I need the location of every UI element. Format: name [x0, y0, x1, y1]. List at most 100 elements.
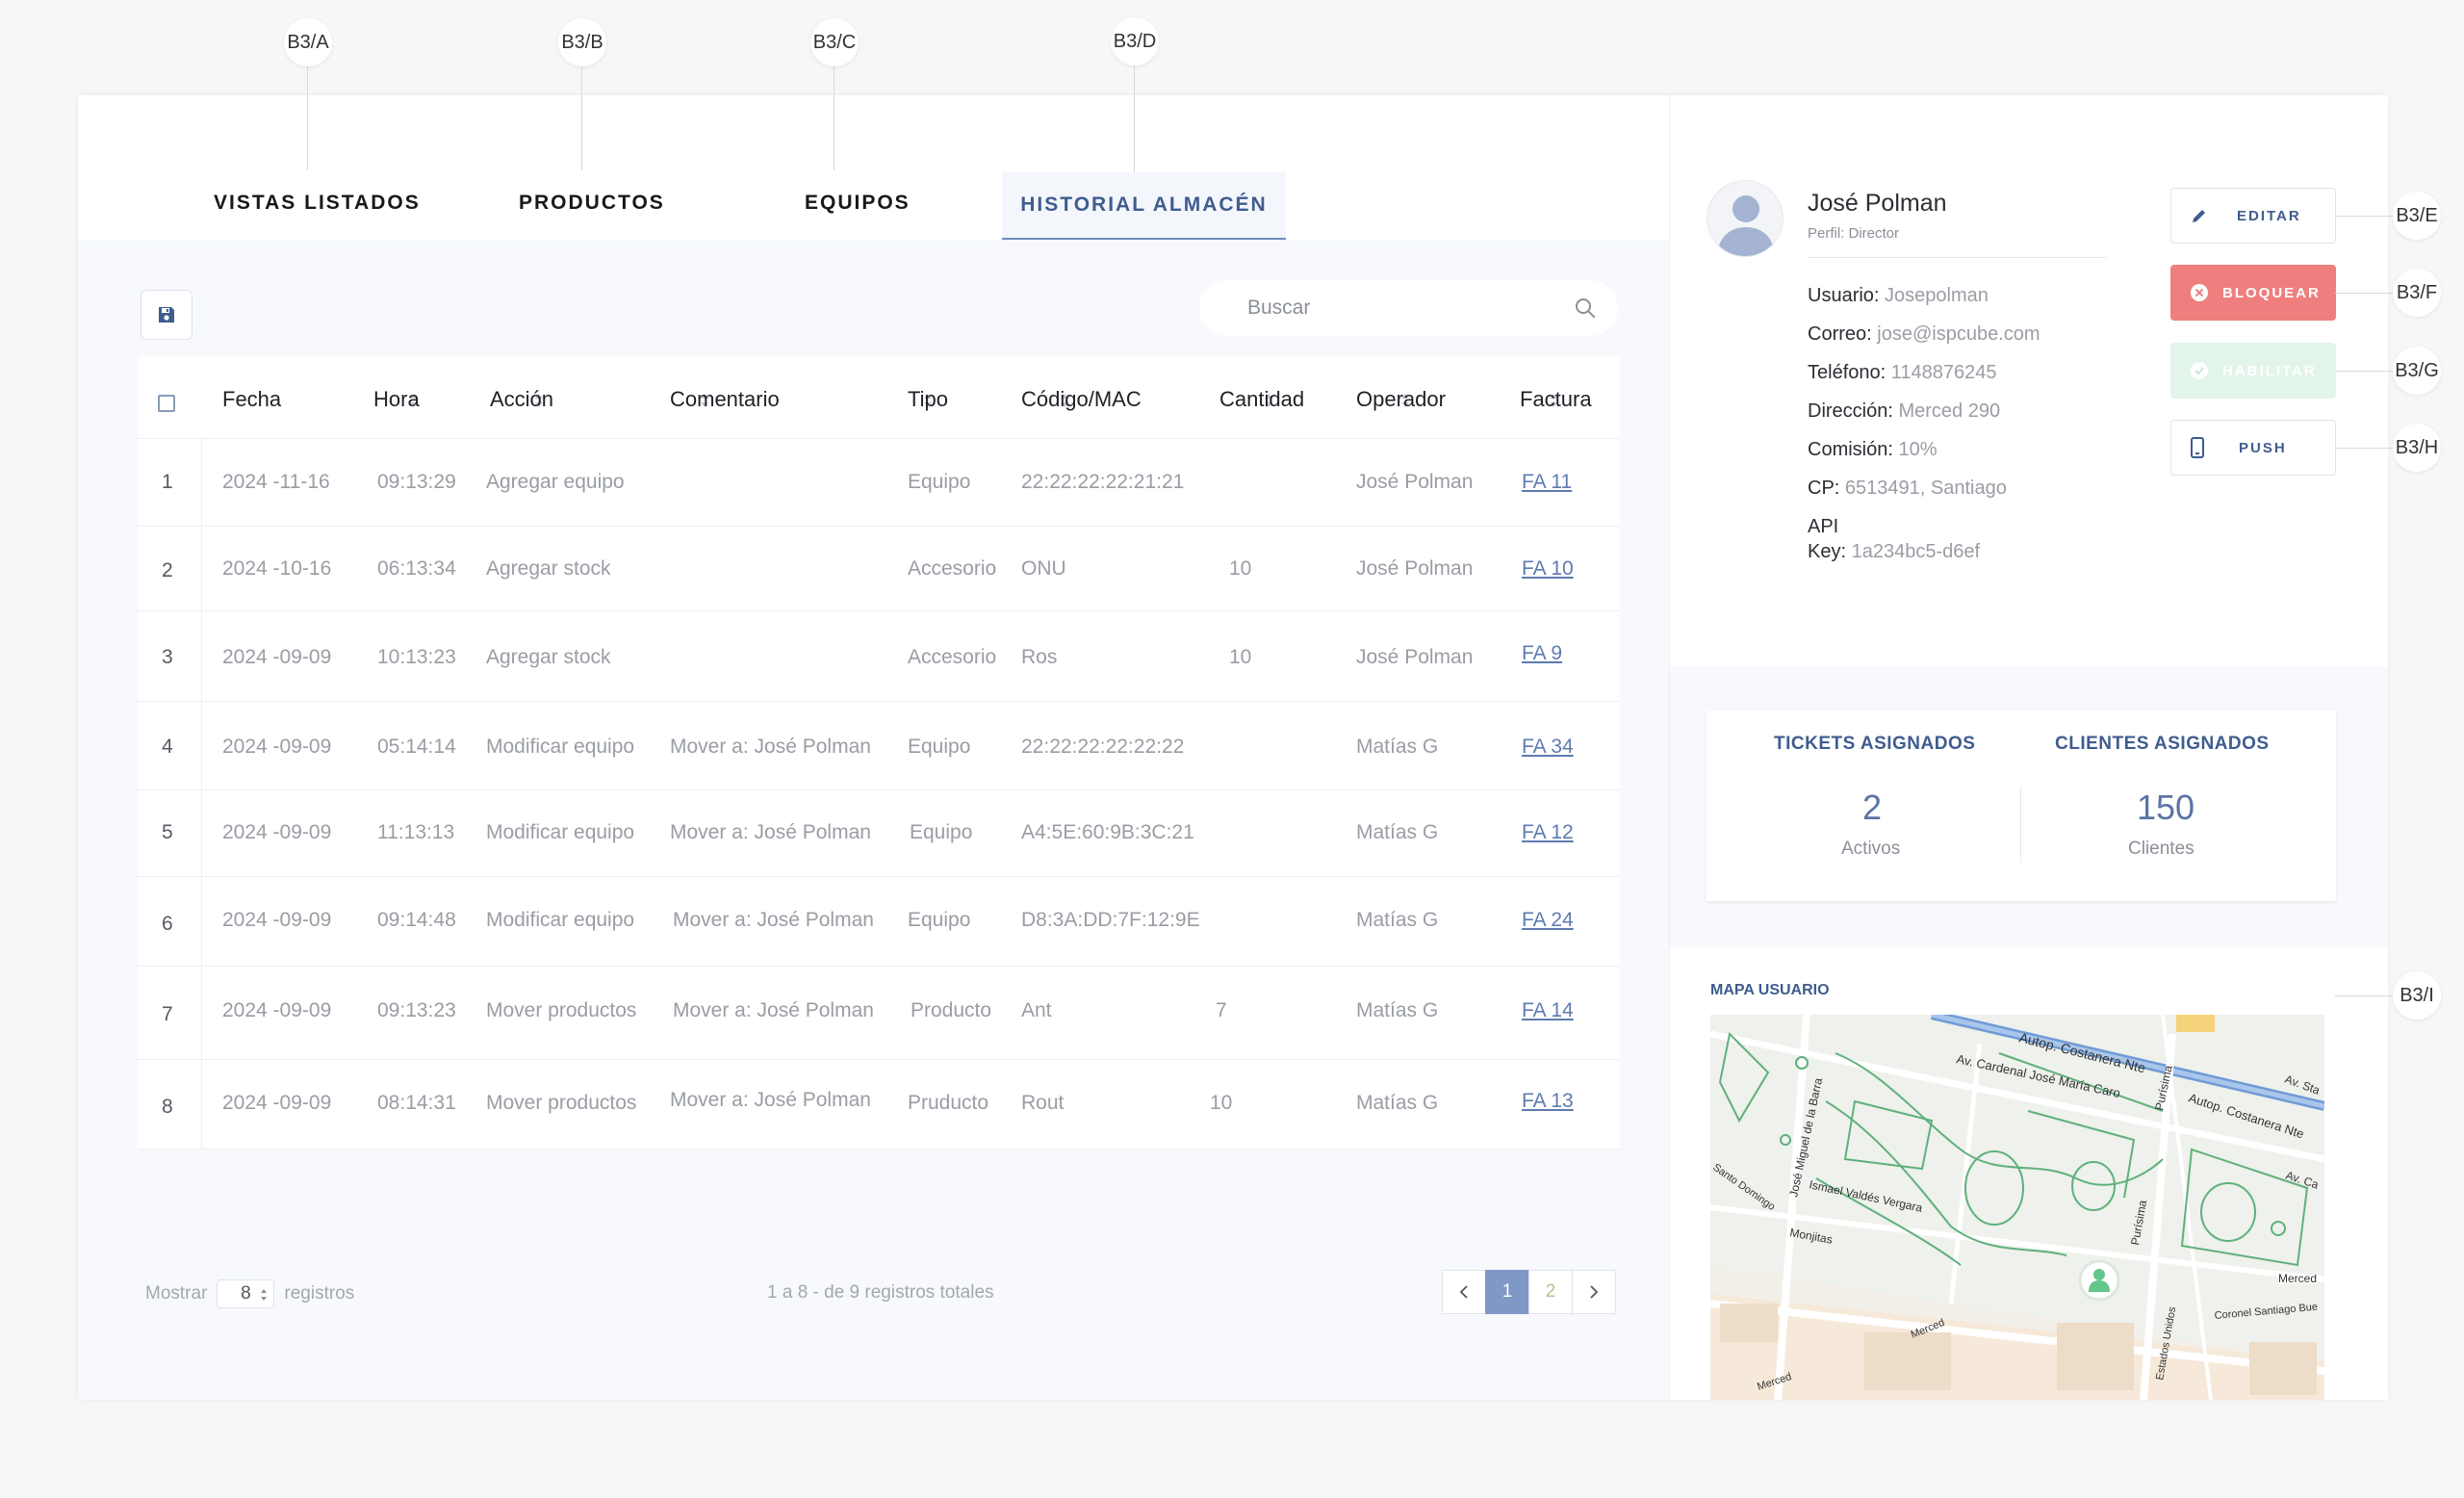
- row-number: 1: [162, 471, 173, 493]
- info-label: Key:: [1808, 541, 1847, 562]
- cell-accion: Agregar equipo: [486, 471, 625, 493]
- tab-historial-almacen[interactable]: HISTORIAL ALMACÉN: [1002, 172, 1286, 241]
- cell-operador: José Polman: [1356, 557, 1474, 580]
- table-row[interactable]: 7 2024 -09-09 09:13:23 Mover productos M…: [138, 967, 1620, 1060]
- tab-equipos[interactable]: EQUIPOS: [805, 192, 911, 215]
- col-codigo-mac[interactable]: Código/MAC: [1021, 387, 1142, 412]
- col-hora[interactable]: Hora: [373, 387, 420, 412]
- info-label: Dirección:: [1808, 400, 1893, 422]
- invoice-link[interactable]: FA 24: [1522, 909, 1574, 932]
- cell-operador: Matías G: [1356, 909, 1439, 931]
- x-circle-icon: [2191, 284, 2208, 301]
- table-row[interactable]: 1 2024 -11-16 09:13:29 Agregar equipo Eq…: [138, 439, 1620, 527]
- show-label: Mostrar: [145, 1283, 208, 1304]
- records-summary: 1 a 8 - de 9 registros totales: [767, 1282, 994, 1303]
- search-box[interactable]: [1199, 280, 1618, 336]
- block-label: BLOQUEAR: [2222, 284, 2321, 301]
- cell-fecha: 2024 -09-09: [222, 999, 332, 1021]
- table-row[interactable]: 4 2024 -09-09 05:14:14 Modificar equipo …: [138, 702, 1620, 790]
- table-row[interactable]: 8 2024 -09-09 08:14:31 Mover productos M…: [138, 1060, 1620, 1149]
- invoice-link[interactable]: FA 34: [1522, 736, 1574, 759]
- callout-line: [307, 66, 308, 170]
- col-comentario[interactable]: Comentario: [670, 387, 780, 412]
- callout-line: [2335, 293, 2393, 294]
- magnifier-icon[interactable]: [1574, 297, 1597, 320]
- cell-cantidad: 10: [1229, 646, 1252, 668]
- profile-section: José Polman Perfil: Director Usuario: Jo…: [1670, 95, 2388, 666]
- cell-fecha: 2024 -09-09: [222, 646, 332, 668]
- table-row[interactable]: 6 2024 -09-09 09:14:48 Modificar equipo …: [138, 877, 1620, 967]
- tickets-title: TICKETS ASIGNADOS: [1774, 734, 1976, 754]
- cell-hora: 09:13:29: [377, 471, 456, 493]
- cell-hora: 05:14:14: [377, 736, 456, 758]
- page-size-select[interactable]: 8: [217, 1279, 275, 1308]
- prev-page-button[interactable]: [1442, 1270, 1486, 1314]
- cell-tipo: Equipo: [908, 736, 971, 758]
- col-accion[interactable]: Acción: [490, 387, 553, 412]
- enable-button[interactable]: HABILITAR: [2170, 343, 2336, 399]
- callout-b3e: B3/E: [2393, 192, 2441, 240]
- tab-vistas-listados[interactable]: VISTAS LISTADOS: [214, 192, 421, 215]
- tickets-value: 2: [1862, 788, 1883, 827]
- invoice-link[interactable]: FA 10: [1522, 557, 1574, 581]
- row-number: 2: [162, 559, 173, 581]
- main-card: VISTAS LISTADOS PRODUCTOS EQUIPOS HISTOR…: [78, 95, 2388, 1400]
- block-button[interactable]: BLOQUEAR: [2170, 265, 2336, 321]
- row-number: 8: [162, 1096, 173, 1118]
- info-label: CP:: [1808, 478, 1840, 499]
- cell-comentario: Mover a: José Polman: [670, 736, 871, 758]
- check-circle-icon: [2191, 362, 2208, 379]
- invoice-link[interactable]: FA 12: [1522, 821, 1574, 844]
- cell-tipo: Producto: [911, 999, 992, 1021]
- callout-b3f: B3/F: [2393, 269, 2441, 317]
- invoice-link[interactable]: FA 9: [1522, 642, 1562, 665]
- table-row[interactable]: 2 2024 -10-16 06:13:34 Agregar stock Acc…: [138, 527, 1620, 611]
- cell-accion: Mover productos: [486, 999, 637, 1021]
- stepper-icon: [261, 1289, 268, 1301]
- callout-line: [581, 66, 582, 170]
- page-button-1[interactable]: 1: [1485, 1270, 1529, 1314]
- search-input[interactable]: [1247, 297, 1555, 320]
- cell-tipo: Pruducto: [908, 1092, 989, 1114]
- page-button-2[interactable]: 2: [1528, 1270, 1573, 1314]
- info-label: Usuario:: [1808, 285, 1880, 306]
- col-cantidad[interactable]: Cantidad: [1219, 387, 1304, 412]
- user-pin-icon[interactable]: [2078, 1259, 2120, 1302]
- col-tipo[interactable]: Tipo: [908, 387, 948, 412]
- table-row[interactable]: 5 2024 -09-09 11:13:13 Modificar equipo …: [138, 790, 1620, 877]
- map-title: MAPA USUARIO: [1710, 982, 1830, 998]
- map-graphic: Autop. Costanera Nte Av. Cardenal José M…: [1710, 1015, 2324, 1400]
- col-factura[interactable]: Factura: [1520, 387, 1592, 412]
- info-value: 10%: [1898, 439, 1938, 460]
- cell-accion: Agregar stock: [486, 557, 611, 580]
- tab-productos[interactable]: PRODUCTOS: [519, 192, 665, 215]
- user-map[interactable]: Autop. Costanera Nte Av. Cardenal José M…: [1710, 1015, 2324, 1400]
- profile-divider: [1808, 257, 2106, 258]
- map-label: Merced: [2278, 1272, 2317, 1285]
- next-page-button[interactable]: [1572, 1270, 1616, 1314]
- select-all-checkbox[interactable]: [158, 395, 175, 412]
- info-api-key: Key: 1a234bc5-d6ef: [1808, 541, 1980, 563]
- col-fecha[interactable]: Fecha: [222, 387, 281, 412]
- cell-hora: 08:14:31: [377, 1092, 456, 1114]
- page-size-value: 8: [241, 1283, 251, 1304]
- save-button[interactable]: [141, 290, 192, 340]
- cell-codigo: Rout: [1021, 1092, 1065, 1114]
- table-row[interactable]: 3 2024 -09-09 10:13:23 Agregar stock Acc…: [138, 611, 1620, 702]
- callout-line: [2335, 216, 2393, 217]
- callout-b3c: B3/C: [810, 18, 859, 66]
- chevron-right-icon: [1590, 1285, 1599, 1299]
- push-button[interactable]: PUSH: [2170, 420, 2336, 476]
- cell-hora: 09:14:48: [377, 909, 456, 931]
- cell-hora: 10:13:23: [377, 646, 456, 668]
- cell-fecha: 2024 -11-16: [222, 471, 330, 493]
- callout-b3h: B3/H: [2393, 424, 2441, 472]
- col-operador[interactable]: Operador: [1356, 387, 1446, 412]
- invoice-link[interactable]: FA 13: [1522, 1090, 1574, 1113]
- profile-name: José Polman: [1808, 190, 1947, 217]
- info-comision: Comisión: 10%: [1808, 439, 1938, 461]
- invoice-link[interactable]: FA 14: [1522, 999, 1574, 1022]
- edit-button[interactable]: EDITAR: [2170, 188, 2336, 244]
- invoice-link[interactable]: FA 11: [1522, 471, 1572, 494]
- floppy-disk-icon: [159, 307, 174, 323]
